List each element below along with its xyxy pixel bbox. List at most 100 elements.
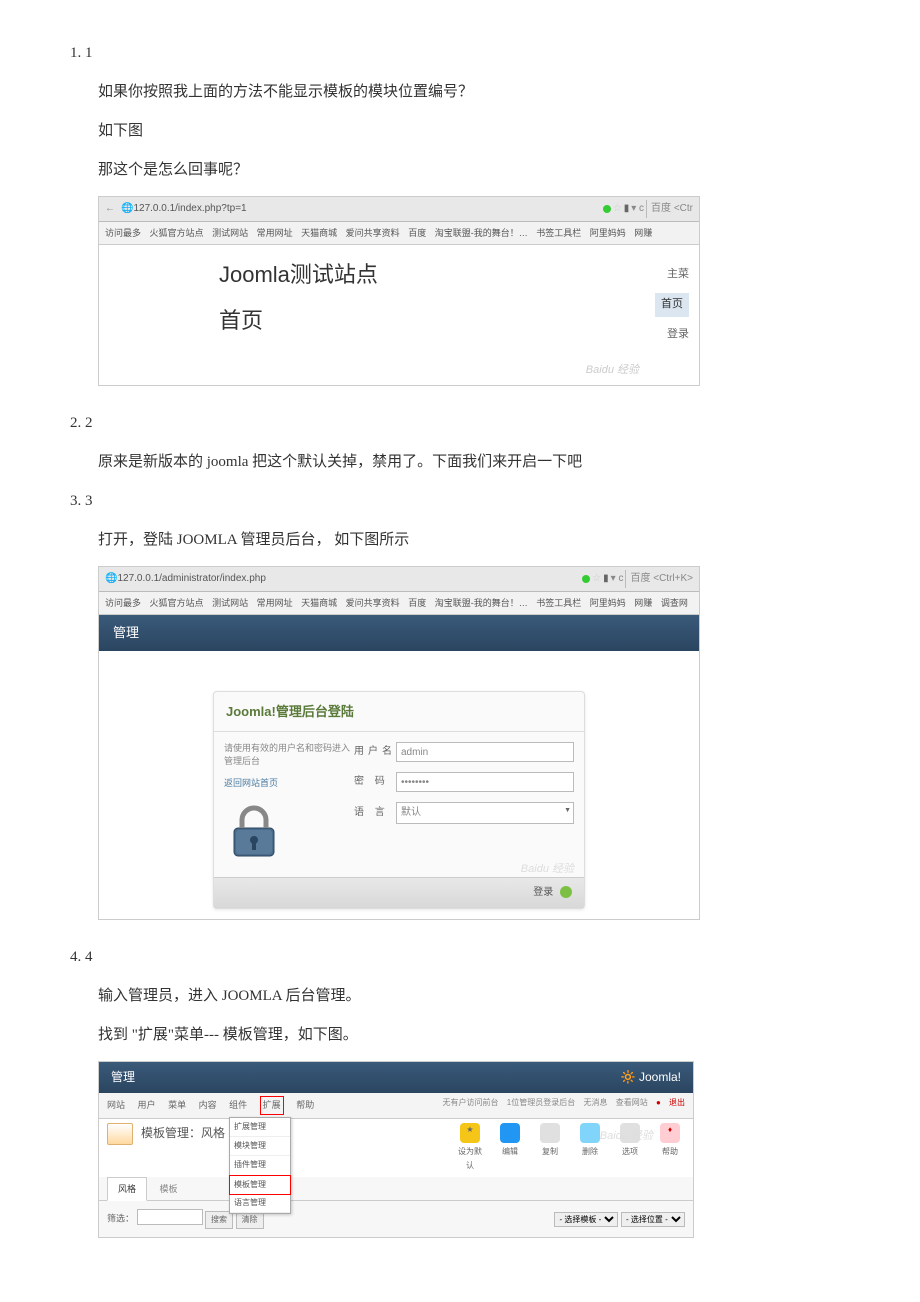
- step-2-text: 原来是新版本的 joomla 把这个默认关掉，禁用了。下面我们来开启一下吧: [98, 449, 850, 476]
- screenshot-template-manager: 管理 🔆 Joomla! 网站 用户 菜单 内容 组件 扩展 帮助 无有户访问前…: [98, 1061, 694, 1239]
- menu-users[interactable]: 用户: [138, 1100, 156, 1110]
- bookmark-icon[interactable]: ▮: [624, 200, 630, 218]
- template-icon: [107, 1123, 133, 1145]
- bookmark-item[interactable]: 常用网址: [257, 598, 293, 608]
- star-icon[interactable]: ☆: [613, 200, 622, 218]
- menu-home[interactable]: 首页: [655, 293, 689, 317]
- tab-style[interactable]: 风格: [107, 1177, 147, 1201]
- joomla-logo: 🔆 Joomla!: [621, 1067, 681, 1089]
- step-1-text-1: 如果你按照我上面的方法不能显示模板的模块位置编号？: [98, 79, 850, 106]
- star-icon[interactable]: ☆: [592, 570, 601, 588]
- bookmark-item[interactable]: 阿里妈妈: [590, 598, 626, 608]
- dropdown-language-manager[interactable]: 语言管理: [230, 1194, 290, 1213]
- lock-icon: [224, 802, 354, 867]
- dropdown-module-manager[interactable]: 模块管理: [230, 1137, 290, 1156]
- bookmark-item[interactable]: 爱问共享资料: [346, 598, 400, 608]
- tab-template[interactable]: 模板: [150, 1178, 188, 1200]
- search-hint[interactable]: 百度 <Ctr: [646, 200, 693, 218]
- admin-header-3: 管理 🔆 Joomla!: [99, 1062, 693, 1094]
- menu-help[interactable]: 帮助: [296, 1100, 314, 1110]
- dropdown-plugin-manager[interactable]: 插件管理: [230, 1156, 290, 1175]
- globe-icon: 🌐: [105, 570, 117, 588]
- bookmark-item[interactable]: 测试网站: [212, 598, 248, 608]
- bookmarks-bar-2: 访问最多 火狐官方站点 测试网站 常用网址 天猫商城 爱问共享资料 百度 淘宝联…: [99, 592, 699, 615]
- globe-icon: 🌐: [121, 200, 133, 218]
- page-title: 首页: [219, 301, 679, 341]
- screenshot-admin-login: 🌐 127.0.0.1/administrator/index.php ☆ ▮ …: [98, 566, 700, 920]
- menu-components[interactable]: 组件: [229, 1100, 247, 1110]
- filter-input[interactable]: [137, 1209, 203, 1225]
- step-4-text-2: 找到 "扩展"菜单--- 模板管理，如下图。: [98, 1022, 850, 1049]
- dropdown-template-manager[interactable]: 模板管理: [229, 1175, 291, 1195]
- bookmark-item[interactable]: 百度: [408, 228, 426, 238]
- step-1-number: 1. 1: [70, 40, 850, 67]
- password-input[interactable]: ••••••••: [396, 772, 574, 792]
- step-4-text-1: 输入管理员，进入 JOOMLA 后台管理。: [98, 983, 850, 1010]
- template-select[interactable]: - 选择模板 -: [554, 1212, 618, 1227]
- status-visitors: 无有户访问前台: [443, 1098, 499, 1107]
- admin-menu-bar: 网站 用户 菜单 内容 组件 扩展 帮助 无有户访问前台 1位管理员登录后台 无…: [99, 1093, 693, 1118]
- bookmark-item[interactable]: 网赚: [634, 228, 652, 238]
- login-button[interactable]: 登录: [533, 887, 553, 898]
- status-viewsite[interactable]: 查看网站: [616, 1098, 648, 1107]
- refresh-icon[interactable]: ▾ c: [611, 570, 624, 588]
- login-arrow-icon[interactable]: [560, 886, 572, 898]
- refresh-icon[interactable]: ▾ c: [631, 200, 644, 218]
- bookmark-item[interactable]: 火狐官方站点: [150, 598, 204, 608]
- bookmark-item[interactable]: 阿里妈妈: [590, 228, 626, 238]
- bookmark-item[interactable]: 访问最多: [105, 598, 141, 608]
- step-4-number: 4. 4: [70, 944, 850, 971]
- toolbar-default[interactable]: ★设为默认: [455, 1123, 485, 1174]
- url-field[interactable]: 127.0.0.1/index.php?tp=1: [133, 200, 602, 218]
- bookmark-item[interactable]: 天猫商城: [301, 228, 337, 238]
- filter-label: 筛选：: [107, 1214, 134, 1224]
- status-dot-icon: [603, 205, 611, 213]
- status-dot-icon: [582, 575, 590, 583]
- bookmark-item[interactable]: 书签工具栏: [536, 228, 581, 238]
- address-bar: ← 🌐 127.0.0.1/index.php?tp=1 ☆ ▮ ▾ c 百度 …: [99, 197, 699, 222]
- status-logout[interactable]: ● 退出: [656, 1098, 685, 1107]
- extensions-dropdown: 扩展管理 模块管理 插件管理 模板管理 语言管理: [229, 1117, 291, 1215]
- bookmark-item[interactable]: 测试网站: [212, 228, 248, 238]
- status-admins: 1位管理员登录后台: [507, 1098, 575, 1107]
- toolbar-edit[interactable]: 编辑: [495, 1123, 525, 1174]
- bookmark-item[interactable]: 淘宝联盟-我的舞台！…: [435, 598, 528, 608]
- step-2-number: 2. 2: [70, 410, 850, 437]
- language-label: 语 言: [354, 804, 396, 822]
- bookmark-item[interactable]: 常用网址: [257, 228, 293, 238]
- bookmark-item[interactable]: 淘宝联盟-我的舞台！…: [435, 228, 528, 238]
- language-select[interactable]: 默认: [396, 802, 574, 824]
- dropdown-ext-manager[interactable]: 扩展管理: [230, 1118, 290, 1137]
- username-input[interactable]: admin: [396, 742, 574, 762]
- position-select[interactable]: - 选择位置 -: [621, 1212, 685, 1227]
- bookmark-item[interactable]: 火狐官方站点: [150, 228, 204, 238]
- screenshot-frontend: ← 🌐 127.0.0.1/index.php?tp=1 ☆ ▮ ▾ c 百度 …: [98, 196, 700, 386]
- url-field-2[interactable]: 127.0.0.1/administrator/index.php: [117, 570, 582, 588]
- bookmark-item[interactable]: 百度: [408, 598, 426, 608]
- back-icon[interactable]: ←: [105, 200, 115, 218]
- bookmark-item[interactable]: 访问最多: [105, 228, 141, 238]
- menu-login[interactable]: 登录: [655, 325, 689, 345]
- menu-content[interactable]: 内容: [199, 1100, 217, 1110]
- step-1-text-3: 那这个是怎么回事呢？: [98, 157, 850, 184]
- admin-header: 管理: [99, 615, 699, 650]
- menu-site[interactable]: 网站: [107, 1100, 125, 1110]
- toolbar-help[interactable]: ♦帮助: [655, 1123, 685, 1174]
- bookmark-item[interactable]: 网赚: [634, 598, 652, 608]
- bookmark-item[interactable]: 书签工具栏: [536, 598, 581, 608]
- site-title: Joomla测试站点: [219, 255, 679, 295]
- toolbar-copy[interactable]: 复制: [535, 1123, 565, 1174]
- bookmark-icon[interactable]: ▮: [603, 570, 609, 588]
- status-messages: 无消息: [583, 1098, 607, 1107]
- menu-menus[interactable]: 菜单: [168, 1100, 186, 1110]
- search-hint-2[interactable]: 百度 <Ctrl+K>: [625, 570, 693, 588]
- bookmark-item[interactable]: 爱问共享资料: [346, 228, 400, 238]
- menu-extensions[interactable]: 扩展: [260, 1096, 284, 1114]
- step-3-text: 打开，登陆 JOOMLA 管理员后台， 如下图所示: [98, 527, 850, 554]
- bookmark-item[interactable]: 调查网: [661, 598, 688, 608]
- back-to-site-link[interactable]: 返回网站首页: [224, 775, 354, 791]
- login-form: 用户名 admin 密 码 •••••••• 语 言 默认: [354, 742, 574, 867]
- menu-heading: 主菜: [655, 265, 689, 285]
- watermark-3: Baidu 经验: [600, 1127, 653, 1147]
- bookmark-item[interactable]: 天猫商城: [301, 598, 337, 608]
